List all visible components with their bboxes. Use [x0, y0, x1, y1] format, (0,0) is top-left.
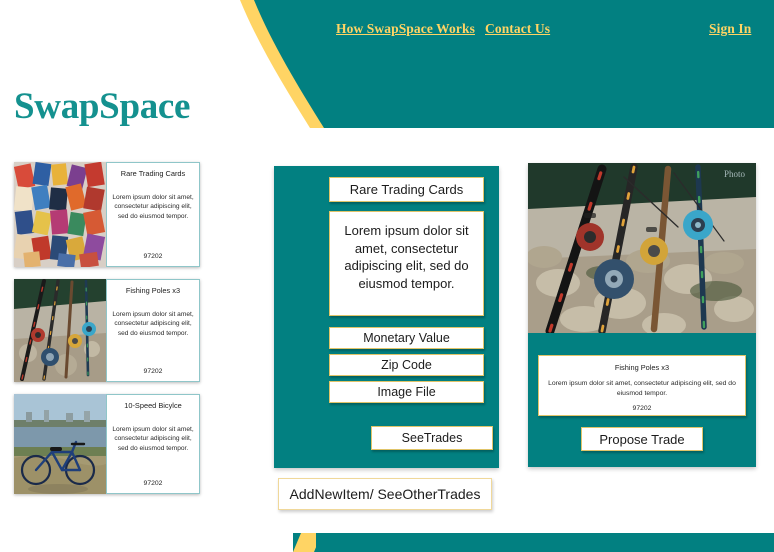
page-header: How SwapSpace Works Contact Us Sign In S…	[0, 0, 774, 128]
list-item-text-panel: Fishing Poles x3 Lorem ipsum dolor sit a…	[106, 279, 200, 382]
new-item-form-panel: Rare Trading Cards Lorem ipsum dolor sit…	[274, 166, 499, 468]
item-description-input[interactable]: Lorem ipsum dolor sit amet, consectetur …	[329, 211, 484, 316]
list-item[interactable]: 10-Speed Bicylce Lorem ipsum dolor sit a…	[14, 394, 200, 494]
list-item-description: Lorem ipsum dolor sit amet, consectetur …	[112, 310, 194, 337]
add-new-item-button[interactable]: AddNewItem/ SeeOtherTrades	[278, 478, 492, 510]
list-item-zip: 97202	[143, 480, 163, 487]
nav-link-sign-in[interactable]: Sign In	[709, 21, 751, 37]
page-footer	[0, 533, 774, 552]
trade-offer-info-card: Fishing Poles x3 Lorem ipsum dolor sit a…	[538, 355, 746, 416]
list-item-zip: 97202	[143, 368, 163, 375]
fishing-poles-photo	[14, 279, 106, 382]
brand-logo-text[interactable]: SwapSpace	[14, 85, 190, 128]
list-item-text-panel: 10-Speed Bicylce Lorem ipsum dolor sit a…	[106, 394, 200, 494]
nav-link-how-it-works[interactable]: How SwapSpace Works	[336, 21, 475, 37]
zip-code-input[interactable]: Zip Code	[329, 354, 484, 376]
top-navigation: How SwapSpace Works Contact Us Sign In	[0, 0, 774, 56]
see-trades-button[interactable]: SeeTrades	[371, 426, 493, 450]
trade-offer-title: Fishing Poles x3	[614, 363, 670, 372]
footer-bar-graphic	[293, 533, 774, 552]
listings-sidebar: Rare Trading Cards Lorem ipsum dolor sit…	[14, 162, 200, 506]
list-item[interactable]: Fishing Poles x3 Lorem ipsum dolor sit a…	[14, 279, 200, 382]
list-item-text-panel: Rare Trading Cards Lorem ipsum dolor sit…	[106, 162, 200, 267]
list-item-description: Lorem ipsum dolor sit amet, consectetur …	[112, 193, 194, 220]
list-item-zip: 97202	[143, 253, 163, 260]
item-title-input[interactable]: Rare Trading Cards	[329, 177, 484, 202]
propose-trade-button[interactable]: Propose Trade	[581, 427, 703, 451]
trading-cards-photo	[14, 162, 106, 267]
list-item-title: Fishing Poles x3	[125, 286, 181, 295]
list-item-title: 10-Speed Bicylce	[124, 401, 182, 410]
trade-offer-description: Lorem ipsum dolor sit amet, consectetur …	[548, 380, 736, 398]
list-item[interactable]: Rare Trading Cards Lorem ipsum dolor sit…	[14, 162, 200, 267]
item-description-text: Lorem ipsum dolor sit amet, consectetur …	[344, 223, 469, 291]
bicycle-photo	[14, 394, 106, 494]
trade-offer-panel: Photo Fishing Poles x3 Lorem ipsum dolor…	[528, 163, 756, 467]
svg-text:Photo: Photo	[724, 169, 746, 179]
nav-link-contact-us[interactable]: Contact Us	[485, 21, 550, 37]
list-item-description: Lorem ipsum dolor sit amet, consectetur …	[112, 425, 194, 452]
image-file-input[interactable]: Image File	[329, 381, 484, 403]
list-item-title: Rare Trading Cards	[120, 169, 186, 178]
monetary-value-input[interactable]: Monetary Value	[329, 327, 484, 349]
fishing-poles-photo: Photo	[528, 163, 756, 333]
trade-offer-zip: 97202	[632, 405, 652, 413]
